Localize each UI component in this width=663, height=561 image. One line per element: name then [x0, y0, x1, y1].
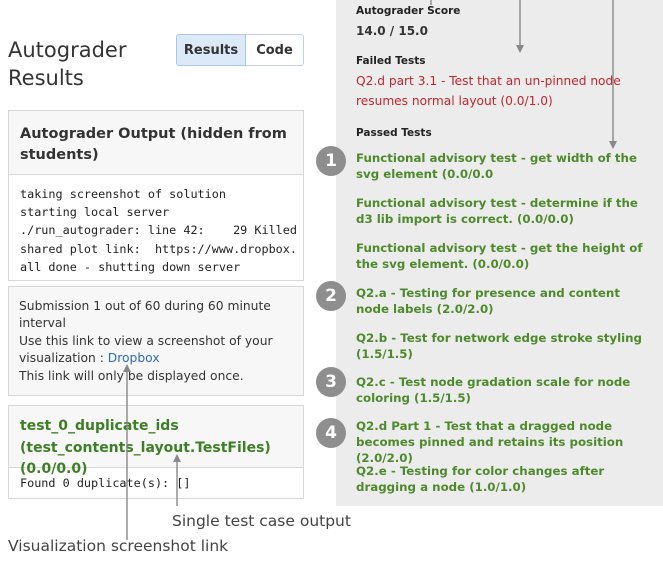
score-panel: Autograder Score 14.0 / 15.0 Failed Test…: [336, 0, 663, 506]
test-case-heading: test_0_duplicate_ids (test_contents_layo…: [9, 406, 303, 477]
passed-test-item[interactable]: Q2.a - Testing for presence and content …: [356, 285, 651, 317]
passed-tests-label: Passed Tests: [356, 127, 432, 139]
callout-badge-4: 4: [316, 418, 346, 448]
single-test-caption: Single test case output: [172, 512, 351, 530]
log-line: starting local server: [20, 205, 170, 220]
tab-results[interactable]: Results: [176, 34, 246, 66]
log-line: taking screenshot of solution: [20, 187, 226, 201]
passed-test-item[interactable]: Functional advisory test - get width of …: [356, 150, 651, 182]
passed-test-item[interactable]: Functional advisory test - get the heigh…: [356, 240, 651, 272]
autograder-output-log: taking screenshot of solution starting lo…: [9, 175, 303, 280]
screenshot-instruction-text: Use this link to view a screenshot of yo…: [19, 333, 273, 348]
log-line: shared plot link: https://www.dropbox.: [20, 241, 297, 256]
callout-badge-2: 2: [316, 281, 346, 311]
failed-test-item[interactable]: Q2.d part 3.1 - Test that an un-pinned n…: [356, 71, 661, 111]
tab-code[interactable]: Code: [246, 34, 304, 66]
log-line: ./run_autograder: line 42: 29 Killed: [20, 223, 297, 238]
passed-test-item[interactable]: Q2.e - Testing for color changes after d…: [356, 463, 651, 495]
link-notice-text: This link will only be displayed once.: [19, 368, 244, 383]
passed-test-item[interactable]: Functional advisory test - determine if …: [356, 195, 651, 227]
visualization-label: visualization :: [19, 351, 108, 366]
screenshot-link-line: visualization : Dropbox: [19, 350, 293, 367]
submission-count-text: Submission 1 out of 60 during 60 minute: [19, 299, 271, 313]
submission-interval-text: interval: [19, 316, 66, 331]
screenshot-link-caption: Visualization screenshot link: [8, 537, 229, 555]
passed-test-item[interactable]: Q2.d Part 1 - Test that a dragged node b…: [356, 418, 651, 466]
log-line: all done - shutting down server: [20, 259, 241, 274]
page-title: Autograder Results: [8, 38, 127, 91]
failed-tests-label: Failed Tests: [356, 55, 426, 67]
dropbox-link[interactable]: Dropbox: [108, 351, 160, 365]
score-value: 14.0 / 15.0: [356, 24, 428, 38]
view-tabs: Results Code: [176, 34, 304, 66]
autograder-output-panel: Autograder Output (hidden from students)…: [8, 110, 304, 281]
passed-test-item[interactable]: Q2.b - Test for network edge stroke styl…: [356, 330, 651, 362]
autograder-output-heading: Autograder Output (hidden from students): [9, 111, 303, 175]
test-case-panel: test_0_duplicate_ids (test_contents_layo…: [8, 405, 304, 499]
callout-badge-1: 1: [316, 146, 346, 176]
passed-test-item[interactable]: Q2.c - Test node gradation scale for nod…: [356, 374, 651, 406]
submission-info-panel: Submission 1 out of 60 during 60 minute …: [8, 286, 304, 396]
score-label: Autograder Score: [356, 5, 461, 17]
callout-badge-3: 3: [316, 367, 346, 397]
